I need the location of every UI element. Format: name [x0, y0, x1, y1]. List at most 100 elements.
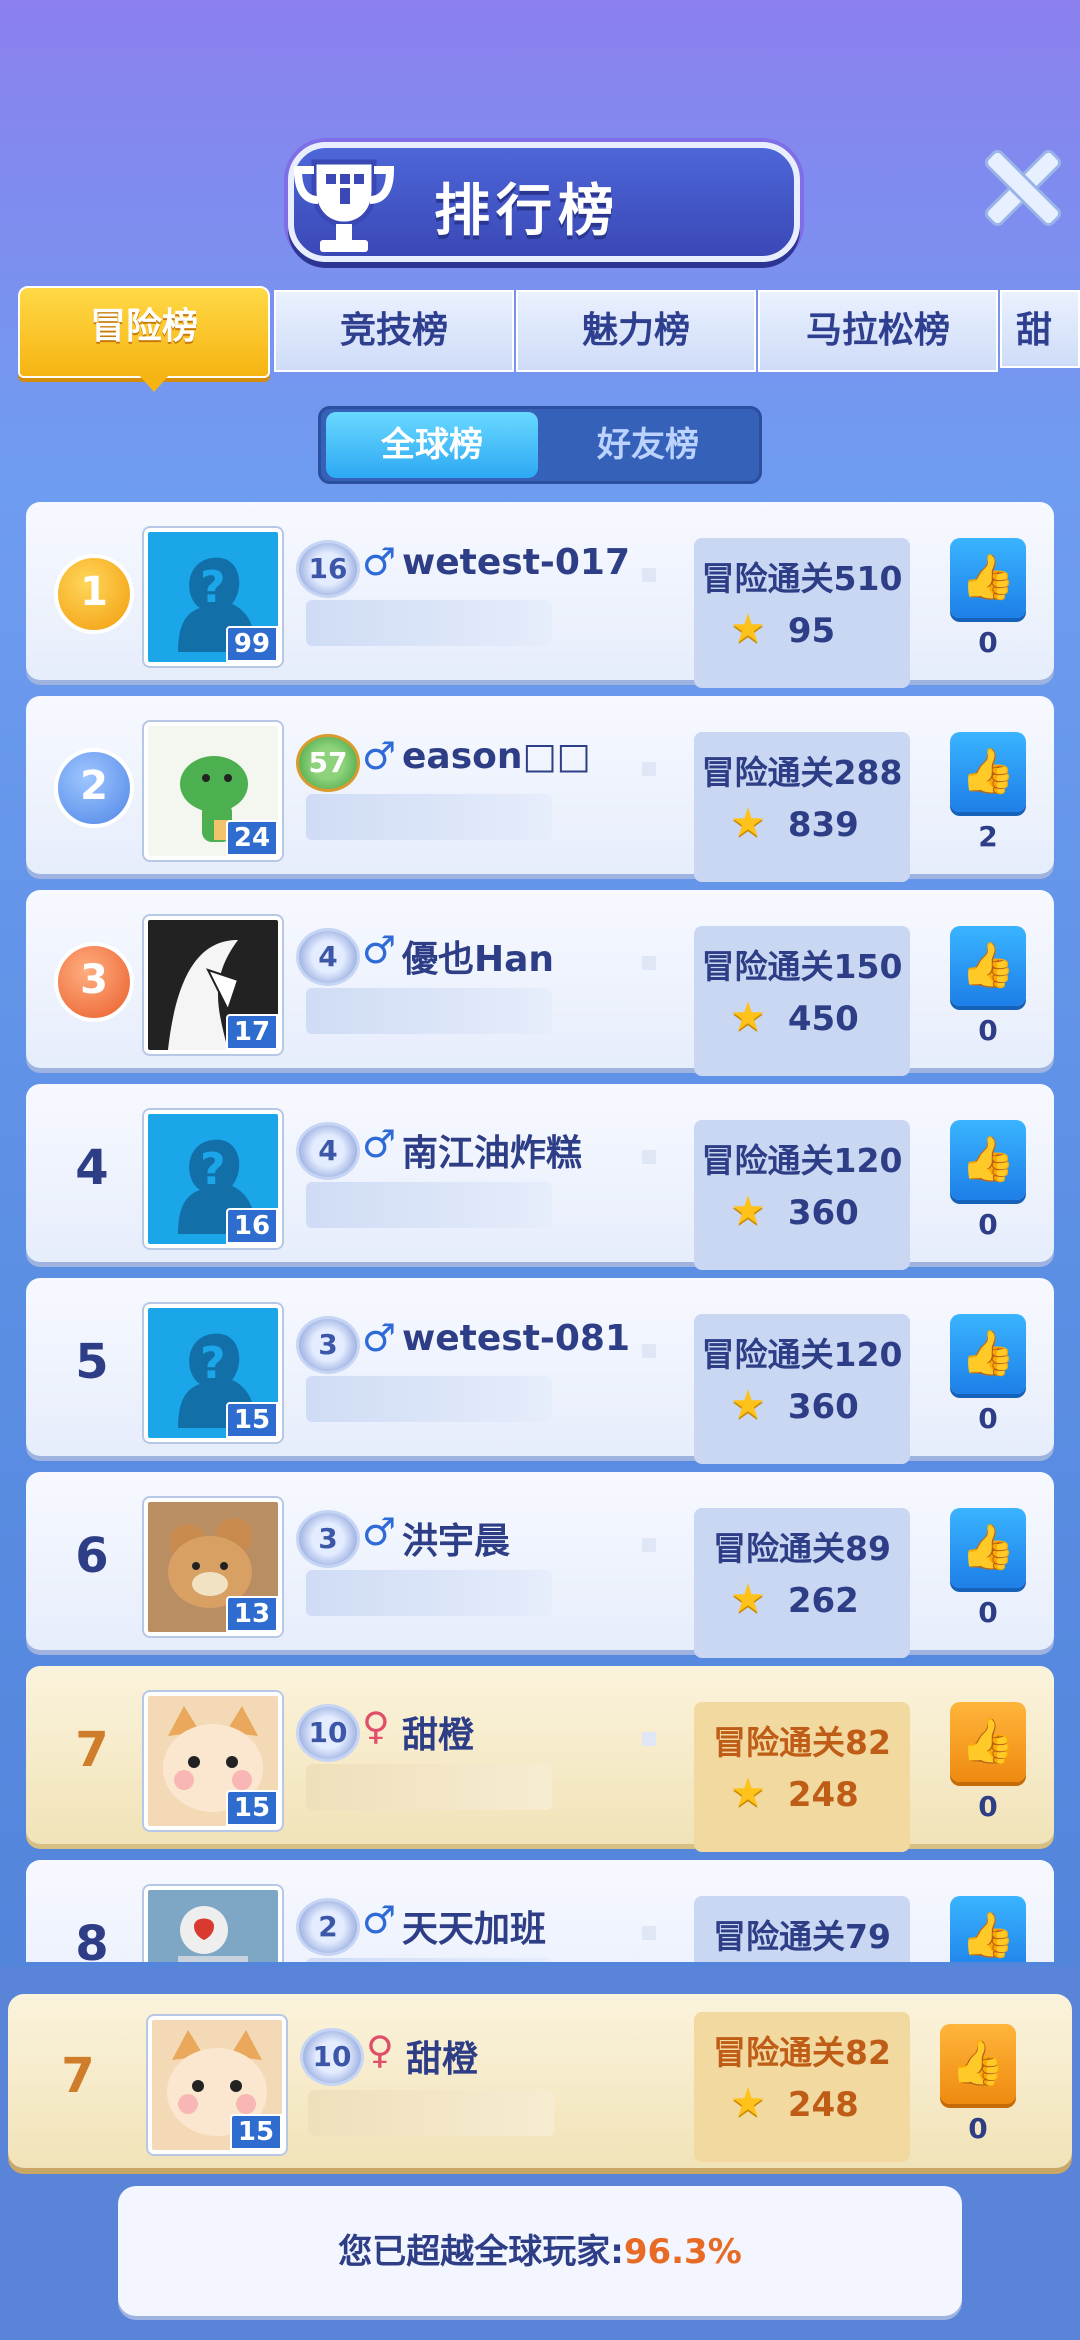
dot-indicator — [642, 1344, 656, 1358]
silver-medal-icon: 2 — [54, 748, 134, 828]
tab-charm[interactable]: 魅力榜 — [516, 290, 756, 372]
avatar[interactable]: ? 15 — [144, 1304, 282, 1442]
like-button[interactable]: 👍 — [950, 538, 1026, 618]
rank-number: 8 — [75, 1916, 109, 1962]
star-icon: ★ — [730, 994, 766, 1040]
star-count: 262 — [787, 1581, 859, 1621]
tab-pointer — [138, 374, 170, 392]
star-icon: ★ — [730, 1382, 766, 1428]
tab-friends[interactable]: 好友榜 — [542, 412, 754, 478]
dot-indicator — [642, 568, 656, 582]
signature-bar — [306, 600, 552, 646]
star-count: 360 — [787, 1387, 859, 1427]
female-icon: ♀ — [366, 2028, 394, 2072]
my-like-count: 0 — [968, 2112, 988, 2145]
avatar[interactable]: 13 — [144, 1498, 282, 1636]
thumbs-up-icon: 👍 — [960, 940, 1016, 991]
rank-number: 7 — [75, 1722, 109, 1778]
ranking-list[interactable]: 1 ? 99 16 ♂ wetest-017 冒险通关510 ★ 95 👍 0 2… — [0, 502, 1080, 1962]
level-badge: 3 — [296, 1510, 360, 1568]
like-button[interactable]: 👍 — [950, 732, 1026, 812]
player-name: wetest-017 — [402, 542, 631, 583]
score-box: 冒险通关510 ★ 95 — [694, 538, 910, 688]
adventure-progress: 冒险通关120 — [701, 1141, 903, 1180]
avatar-level: 15 — [226, 1402, 278, 1438]
adventure-progress: 冒险通关89 — [713, 1529, 891, 1568]
signature-bar — [306, 1764, 552, 1810]
level-badge: 16 — [296, 540, 360, 598]
player-name: 優也Han — [402, 939, 555, 980]
dot-indicator — [642, 1150, 656, 1164]
avatar-level: 15 — [230, 2114, 282, 2150]
male-icon: ♂ — [362, 1898, 397, 1942]
level-badge: 4 — [296, 1122, 360, 1180]
svg-text:?: ? — [200, 1144, 226, 1195]
level-badge: 4 — [296, 928, 360, 986]
avatar[interactable] — [144, 1886, 282, 1962]
like-button[interactable]: 👍 — [950, 1120, 1026, 1200]
adventure-progress: 冒险通关79 — [713, 1917, 891, 1956]
my-rank-row: 7 15 10 ♀ 甜橙 冒险通关82 ★ 248 👍 0 — [8, 1994, 1072, 2168]
star-icon: ★ — [730, 1576, 766, 1622]
close-button[interactable] — [985, 150, 1061, 226]
avatar[interactable]: ? 99 — [144, 528, 282, 666]
like-count: 0 — [978, 626, 998, 659]
like-button[interactable]: 👍 — [950, 926, 1026, 1006]
signature-bar — [308, 2090, 554, 2136]
tab-more[interactable]: 甜 — [1000, 290, 1080, 368]
like-count: 0 — [978, 1014, 998, 1047]
male-icon: ♂ — [362, 540, 397, 584]
my-avatar[interactable]: 15 — [148, 2016, 286, 2154]
tab-global[interactable]: 全球榜 — [326, 412, 538, 478]
player-name: 洪宇晨 — [402, 1521, 511, 1562]
star-count: 248 — [787, 1775, 859, 1815]
star-icon: ★ — [730, 2080, 766, 2126]
my-rank-number: 7 — [61, 2048, 95, 2104]
level-badge: 10 — [300, 2028, 364, 2086]
my-like-button[interactable]: 👍 — [940, 2024, 1016, 2104]
summary-prefix: 您已超越全球玩家: — [338, 2232, 624, 2272]
avatar[interactable]: 15 — [144, 1692, 282, 1830]
male-icon: ♂ — [362, 1316, 397, 1360]
score-box: 冒险通关288 ★ 839 — [694, 732, 910, 882]
player-name: 天天加班 — [402, 1909, 547, 1950]
my-adventure-progress: 冒险通关82 — [713, 2033, 891, 2072]
score-box: 冒险通关120 ★ 360 — [694, 1120, 910, 1270]
avatar[interactable]: ? 16 — [144, 1110, 282, 1248]
like-button[interactable]: 👍 — [950, 1896, 1026, 1962]
category-tabs: 冒险榜 竞技榜 魅力榜 马拉松榜 甜 — [18, 286, 1080, 392]
like-count: 0 — [978, 1402, 998, 1435]
like-button[interactable]: 👍 — [950, 1508, 1026, 1588]
like-count: 2 — [978, 820, 998, 853]
star-icon: ★ — [730, 800, 766, 846]
thumbs-up-icon: 👍 — [950, 2038, 1006, 2089]
level-badge: 3 — [296, 1316, 360, 1374]
tab-adventure[interactable]: 冒险榜 — [18, 286, 270, 378]
avatar[interactable]: 24 — [144, 722, 282, 860]
player-name: 南江油炸糕 — [402, 1133, 583, 1174]
male-icon: ♂ — [362, 734, 397, 778]
adventure-progress: 冒险通关82 — [713, 1723, 891, 1762]
level-badge: 57 — [296, 734, 360, 792]
adventure-progress: 冒险通关288 — [701, 753, 903, 792]
tab-marathon[interactable]: 马拉松榜 — [758, 290, 998, 372]
rank-number: 6 — [75, 1528, 109, 1584]
summary-text: 您已超越全球玩家:96.3% — [118, 2224, 962, 2273]
tab-arena[interactable]: 竞技榜 — [274, 290, 514, 372]
thumbs-up-icon: 👍 — [960, 552, 1016, 603]
player-name: 甜橙 — [402, 1715, 475, 1756]
player-name: eason□□ — [402, 736, 591, 777]
my-rank-panel: 7 15 10 ♀ 甜橙 冒险通关82 ★ 248 👍 0 您已超越全球玩家:96… — [0, 1966, 1080, 2340]
rank-number: 5 — [75, 1334, 109, 1390]
avatar[interactable]: 17 — [144, 916, 282, 1054]
like-button[interactable]: 👍 — [950, 1314, 1026, 1394]
avatar-level: 15 — [226, 1790, 278, 1826]
dot-indicator — [642, 1926, 656, 1940]
male-icon: ♂ — [362, 1510, 397, 1554]
level-badge: 2 — [296, 1898, 360, 1956]
like-button[interactable]: 👍 — [950, 1702, 1026, 1782]
avatar-level: 17 — [226, 1014, 278, 1050]
avatar-level: 16 — [226, 1208, 278, 1244]
adventure-progress: 冒险通关120 — [701, 1335, 903, 1374]
signature-bar — [306, 1376, 552, 1422]
